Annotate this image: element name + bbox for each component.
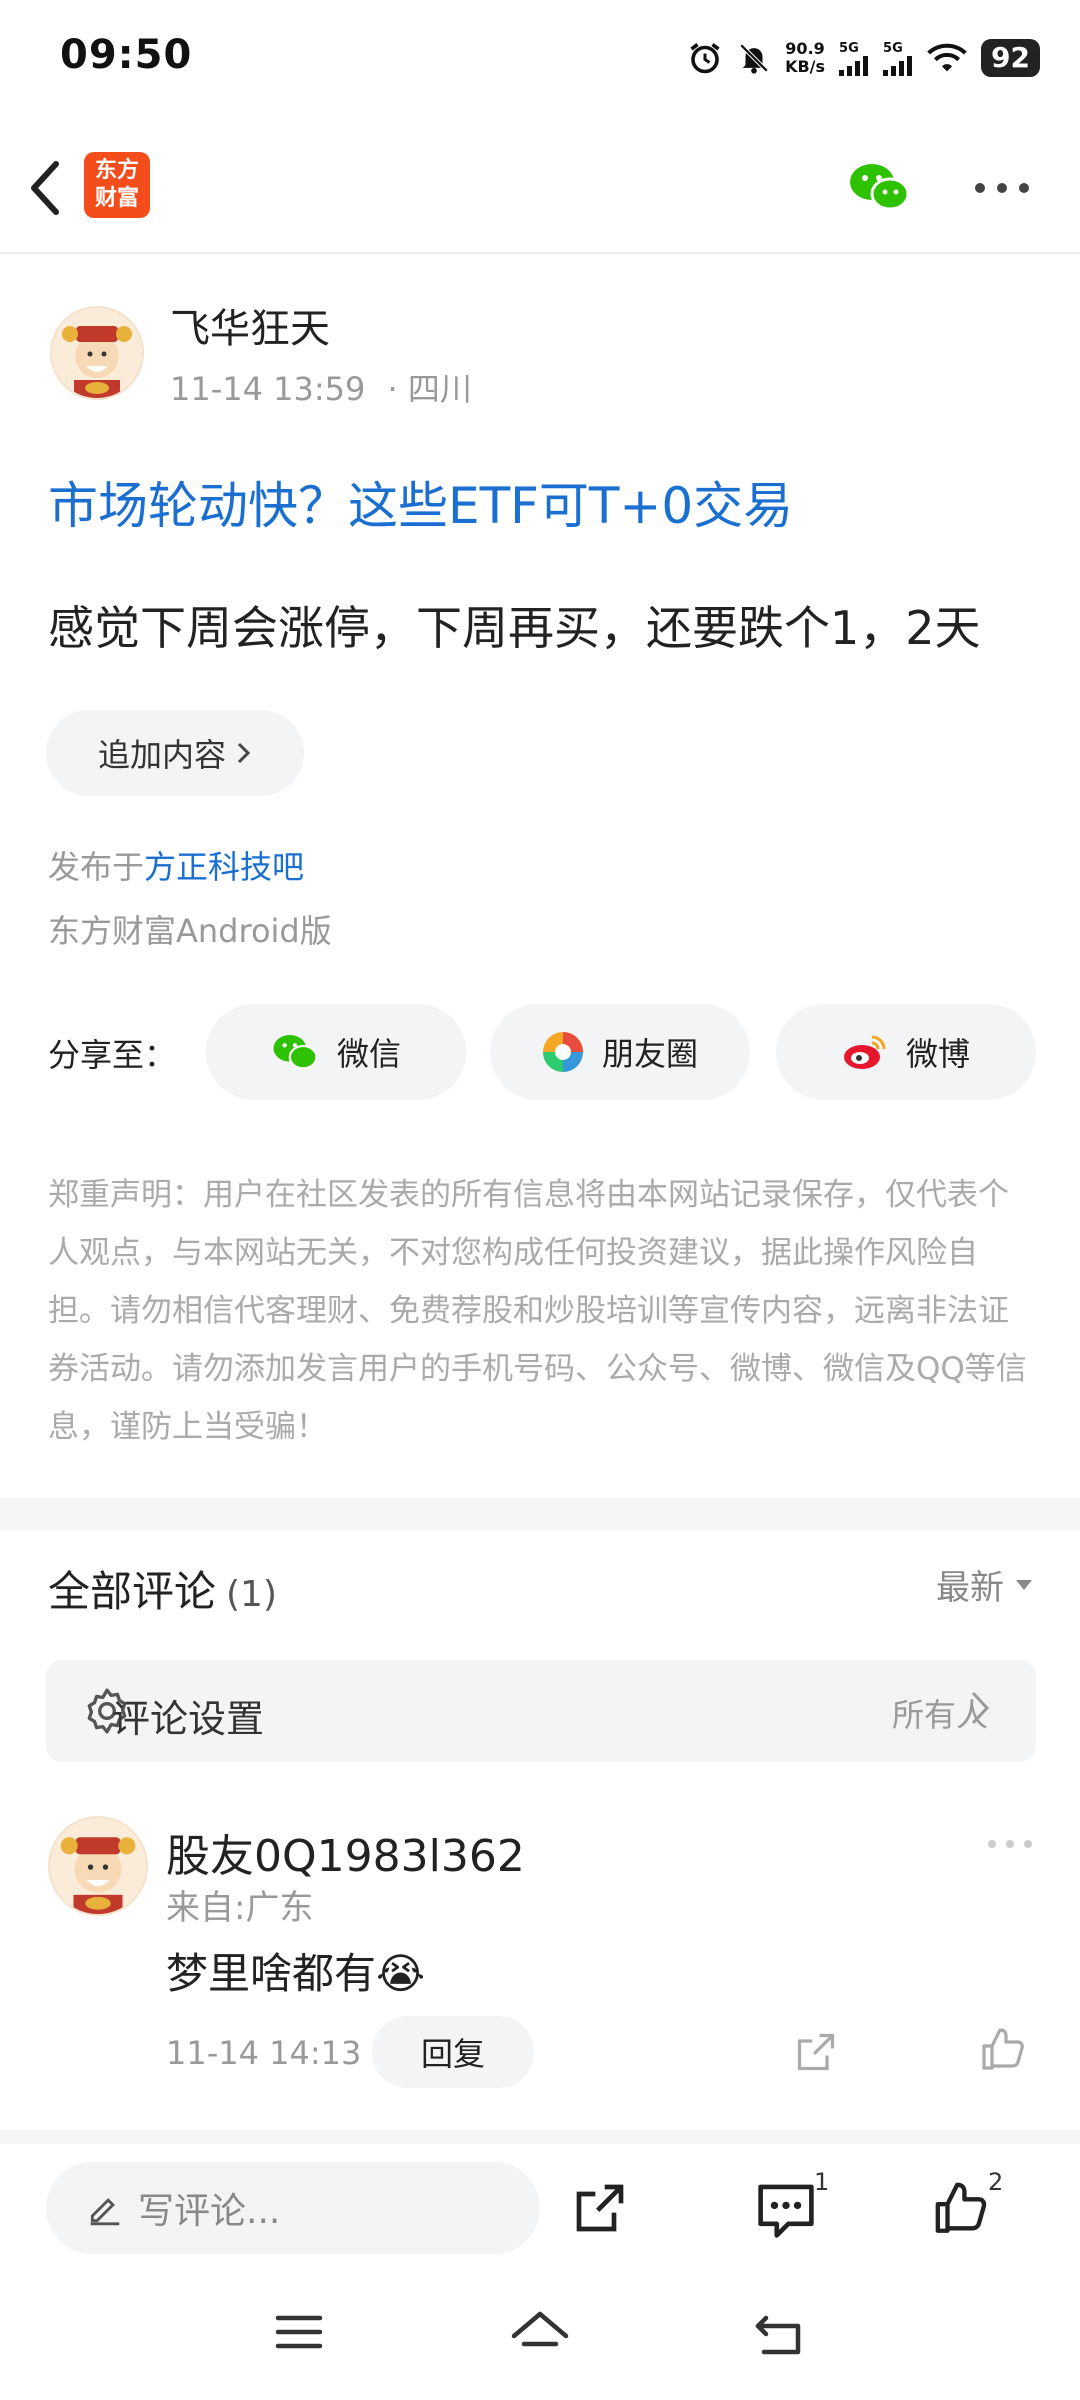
- thumbs-up-icon[interactable]: [932, 2180, 992, 2238]
- app-logo: 东方 财富: [84, 152, 150, 218]
- post-location: · 四川: [387, 370, 472, 408]
- write-comment-input[interactable]: 写评论...: [46, 2162, 540, 2254]
- chevron-right-icon: [237, 742, 251, 764]
- home-icon[interactable]: [510, 2310, 570, 2358]
- add-content-label: 追加内容: [97, 736, 226, 774]
- status-time: 09:50: [60, 32, 193, 78]
- alarm-icon: [690, 43, 720, 74]
- back-icon[interactable]: [754, 2310, 806, 2358]
- comment-text: 梦里啥都有😭: [166, 1949, 426, 1998]
- wifi-icon: [927, 43, 967, 72]
- client-source: 东方财富Android版: [48, 912, 332, 950]
- comment-time: 11-14 14:13: [166, 2034, 362, 2072]
- published-in: 发布于方正科技吧: [48, 842, 304, 888]
- signal-bars-icon: [839, 55, 869, 76]
- write-comment-placeholder: 写评论...: [138, 2191, 281, 2232]
- wechat-icon[interactable]: [848, 160, 910, 214]
- share-moments-button[interactable]: 朋友圈: [490, 1004, 750, 1100]
- add-content-button[interactable]: 追加内容: [46, 710, 304, 796]
- comment-location: 来自:广东: [166, 1888, 314, 1928]
- signal-1: 5G: [839, 41, 869, 76]
- more-icon[interactable]: [974, 176, 1030, 200]
- signal-1-label: 5G: [839, 40, 859, 56]
- caret-down-icon: [1016, 1579, 1032, 1590]
- comment-author[interactable]: 股友0Q1983l362: [166, 1820, 525, 1884]
- section-separator: [0, 1498, 1080, 1530]
- speed-value: 90.9: [785, 39, 825, 58]
- comments-title: 全部评论 (1): [48, 1558, 277, 1619]
- chevron-right-icon: [971, 1691, 990, 1725]
- moments-icon: [542, 1032, 583, 1072]
- menu-icon[interactable]: [274, 2310, 324, 2354]
- post-meta: 11-14 13:59 · 四川: [170, 364, 472, 410]
- pencil-icon: [90, 2198, 120, 2226]
- signal-bars-icon: [883, 55, 913, 76]
- share-weibo-label: 微博: [905, 1035, 970, 1073]
- reply-button[interactable]: 回复: [372, 2016, 534, 2088]
- signal-2: 5G: [883, 41, 913, 76]
- signal-2-label: 5G: [883, 40, 903, 56]
- network-speed: 90.9 KB/s: [785, 40, 825, 76]
- post-headline-link[interactable]: 市场轮动快？这些ETF可T+0交易: [48, 466, 793, 538]
- author-name[interactable]: 飞华狂天: [170, 296, 330, 354]
- thumbs-up-icon[interactable]: [980, 2026, 1028, 2074]
- section-separator: [0, 2130, 1080, 2144]
- comments-count: (1): [226, 1574, 278, 1615]
- avatar-caishen-icon: [60, 1837, 136, 1914]
- share-wechat-button[interactable]: 微信: [206, 1004, 466, 1100]
- share-moments-label: 朋友圈: [601, 1035, 698, 1073]
- comment-settings-label: 评论设置: [112, 1697, 265, 1741]
- disclaimer: 郑重声明：用户在社区发表的所有信息将由本网站记录保存，仅代表个人观点，与本网站无…: [48, 1177, 1027, 1445]
- share-icon[interactable]: [794, 2030, 838, 2074]
- share-label: 分享至：: [48, 1036, 177, 1074]
- forum-link[interactable]: 方正科技吧: [144, 848, 304, 886]
- comment-icon[interactable]: [756, 2182, 816, 2238]
- weibo-icon: [843, 1035, 886, 1069]
- post-body: 感觉下周会涨停，下周再买，还要跌个1，2天: [48, 601, 981, 655]
- share-weibo-button[interactable]: 微博: [776, 1004, 1036, 1100]
- battery-level: 92: [981, 39, 1040, 77]
- share-wechat-label: 微信: [336, 1035, 401, 1073]
- avatar-caishen-icon: [62, 326, 132, 398]
- comment-more-icon[interactable]: [986, 1836, 1034, 1852]
- logo-line-2: 财富: [94, 186, 139, 211]
- comment-count-badge: 1: [814, 2168, 830, 2196]
- back-arrow-icon[interactable]: [24, 158, 64, 218]
- logo-line-1: 东方: [94, 158, 139, 183]
- status-icons: 90.9 KB/s 5G 5G 92: [687, 30, 1040, 86]
- published-prefix: 发布于: [48, 848, 145, 886]
- post-time: 11-14 13:59: [170, 370, 366, 408]
- like-count-badge: 2: [988, 2168, 1004, 2196]
- sort-dropdown[interactable]: 最新: [936, 1560, 1034, 1609]
- avatar[interactable]: [50, 306, 144, 400]
- comments-title-label: 全部评论: [48, 1567, 217, 1616]
- mute-bell-icon: [739, 43, 769, 74]
- comment-avatar[interactable]: [48, 1816, 148, 1916]
- sort-label: 最新: [936, 1568, 1004, 1608]
- wechat-icon: [273, 1034, 318, 1070]
- nav-divider: [0, 252, 1080, 254]
- share-icon[interactable]: [572, 2180, 628, 2236]
- speed-unit: KB/s: [785, 57, 826, 76]
